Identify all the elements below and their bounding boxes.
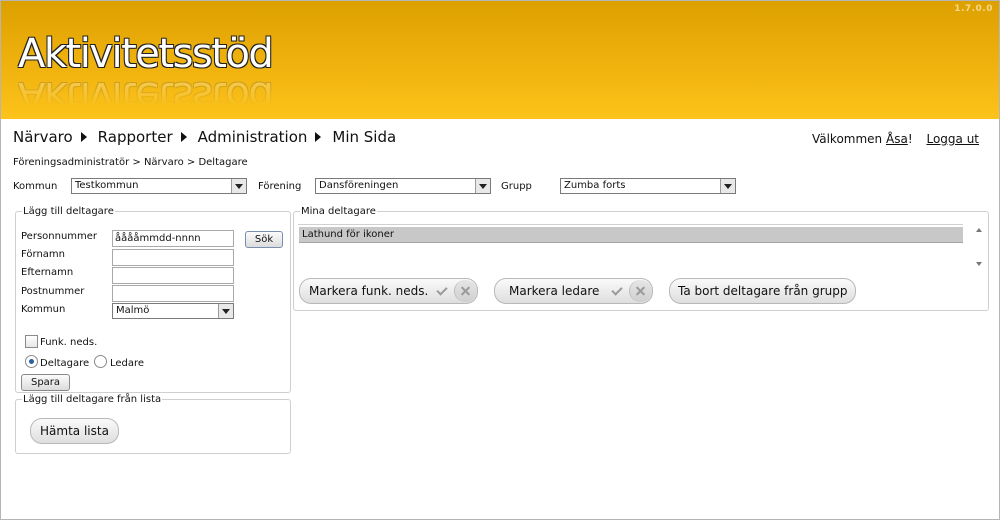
efternamn-label: Efternamn (21, 267, 74, 278)
my-participants-legend: Mina deltagare (300, 206, 377, 217)
search-button[interactable]: Sök (245, 231, 283, 248)
nav-item-narvaro[interactable]: Närvaro (13, 128, 73, 146)
mark-funk-button[interactable]: Markera funk. neds. (299, 278, 479, 304)
mark-leader-button[interactable]: Markera ledare (494, 278, 654, 304)
role-participant-radio[interactable] (25, 355, 38, 368)
nav-item-min-sida[interactable]: Min Sida (332, 128, 396, 146)
nav-item-administration[interactable]: Administration (198, 128, 308, 146)
save-button[interactable]: Spara (21, 374, 70, 391)
remove-participant-label: Ta bort deltagare från grupp (678, 284, 848, 298)
close-icon[interactable] (629, 280, 653, 302)
checkmark-icon[interactable] (434, 283, 450, 299)
add-participant-legend: Lägg till deltagare (22, 206, 115, 217)
kommun-select[interactable]: Malmö (112, 303, 234, 319)
role-leader-label: Ledare (110, 358, 145, 369)
fetch-list-button[interactable]: Hämta lista (30, 418, 119, 444)
postnummer-label: Postnummer (21, 286, 85, 297)
app-window: 1.7.0.0 Aktivitetsstöd Aktivitetsstöd Nä… (0, 0, 1000, 520)
fetch-list-label: Hämta lista (40, 424, 109, 438)
grupp-filter-value: Zumba forts (564, 180, 626, 191)
kommun-label: Kommun (21, 304, 66, 315)
kommun-filter-label: Kommun (13, 181, 58, 192)
scroll-down-icon[interactable] (976, 262, 982, 266)
chevron-down-icon (218, 304, 233, 318)
nav-arrow-icon (80, 132, 87, 142)
app-logo: Aktivitetsstöd (18, 31, 274, 77)
my-participants-panel: Mina deltagare Lathund för ikoner Marker… (293, 206, 989, 311)
app-logo-reflection: Aktivitetsstöd (18, 73, 273, 119)
nav-arrow-icon (180, 132, 187, 142)
mark-funk-label: Markera funk. neds. (309, 284, 429, 298)
add-from-list-panel: Lägg till deltagare från lista Hämta lis… (15, 394, 291, 454)
mark-leader-label: Markera ledare (509, 284, 600, 298)
logout-link[interactable]: Logga ut (926, 132, 979, 146)
scroll-up-icon[interactable] (976, 228, 982, 232)
chevron-down-icon (231, 179, 246, 193)
participants-list[interactable]: Lathund för ikoner (298, 224, 963, 273)
kommun-filter-select[interactable]: Testkommun (71, 178, 247, 194)
header-banner: 1.7.0.0 Aktivitetsstöd Aktivitetsstöd (1, 1, 999, 119)
kommun-select-value: Malmö (116, 305, 150, 316)
personnummer-label: Personnummer (21, 231, 98, 242)
postnummer-input[interactable] (112, 285, 234, 302)
personnummer-input[interactable]: ååååmmdd-nnnn (112, 230, 234, 247)
add-from-list-legend: Lägg till deltagare från lista (22, 394, 163, 405)
breadcrumb: Föreningsadministratör > Närvaro > Delta… (13, 157, 248, 168)
grupp-filter-label: Grupp (501, 181, 532, 192)
funk-neds-checkbox[interactable] (25, 335, 38, 348)
nav-item-rapporter[interactable]: Rapporter (98, 128, 173, 146)
kommun-filter-value: Testkommun (75, 180, 139, 191)
fornamn-input[interactable] (112, 249, 234, 266)
role-participant-label: Deltagare (40, 358, 90, 369)
nav-arrow-icon (315, 132, 322, 142)
remove-participant-button[interactable]: Ta bort deltagare från grupp (669, 278, 857, 304)
role-leader-radio[interactable] (94, 355, 107, 368)
funk-neds-label: Funk. neds. (40, 337, 98, 348)
chevron-down-icon (475, 179, 490, 193)
chevron-down-icon (720, 179, 735, 193)
efternamn-input[interactable] (112, 267, 234, 284)
checkmark-icon[interactable] (609, 283, 625, 299)
forening-filter-label: Förening (258, 181, 302, 192)
grupp-filter-select[interactable]: Zumba forts (560, 178, 736, 194)
main-nav: Närvaro Rapporter Administration Min Sid… (13, 128, 404, 146)
welcome-text: Välkommen (811, 132, 883, 146)
fornamn-label: Förnamn (21, 249, 65, 260)
forening-filter-value: Dansföreningen (319, 180, 399, 191)
user-name-link[interactable]: Åsa (886, 132, 908, 146)
version-label: 1.7.0.0 (954, 4, 993, 14)
list-item[interactable]: Lathund för ikoner (299, 227, 963, 243)
add-participant-panel: Lägg till deltagare Personnummer ååååmmd… (15, 206, 291, 393)
forening-filter-select[interactable]: Dansföreningen (315, 178, 491, 194)
welcome-area: Välkommen Åsa! Logga ut (812, 132, 979, 146)
close-icon[interactable] (454, 280, 478, 302)
welcome-suffix: ! (907, 132, 913, 146)
